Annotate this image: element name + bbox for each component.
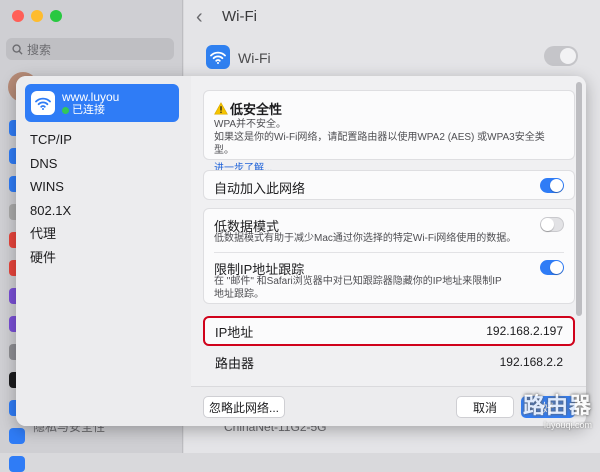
wifi-icon (206, 45, 230, 69)
network-name: www.luyou (62, 89, 120, 104)
wifi-toggle[interactable] (544, 46, 578, 66)
sheet-nav: TCP/IP DNS WINS 802.1X 代理 硬件 (30, 128, 72, 269)
limit-ip-toggle[interactable] (540, 260, 564, 275)
sidebar-item-proxy[interactable]: 代理 (30, 222, 72, 246)
auto-join-label: 自动加入此网络 (214, 181, 306, 196)
warning-icon (214, 102, 228, 115)
divider (214, 252, 564, 253)
sidebar-item-wins[interactable]: WINS (30, 175, 72, 199)
ip-address-label: IP地址 (215, 324, 254, 340)
forget-network-button[interactable]: 忽略此网络... (203, 396, 285, 418)
sidebar-item-network[interactable]: www.luyou 已连接 (25, 84, 179, 122)
security-warning-card: 低安全性 WPA并不安全。 如果这是你的Wi-Fi网络，请配置路由器以使用WPA… (203, 90, 575, 174)
sidebar-item-hardware[interactable]: 硬件 (30, 246, 72, 270)
search-placeholder: 搜索 (27, 42, 52, 57)
sidebar-item-dns[interactable]: DNS (30, 152, 72, 176)
privacy-options-card: 低数据模式 低数据模式有助于减少Mac通过你选择的特定Wi-Fi网络使用的数据。… (203, 208, 575, 304)
network-status: 已连接 (62, 104, 119, 117)
sidebar-item-8021x[interactable]: 802.1X (30, 199, 72, 223)
scrollbar[interactable] (576, 82, 582, 316)
cancel-button[interactable]: 取消 (456, 396, 514, 418)
router-label: 路由器 (215, 355, 255, 371)
security-title: 低安全性 (214, 99, 564, 118)
search-icon (12, 43, 23, 55)
back-chevron-icon[interactable]: ‹ (196, 6, 203, 29)
low-data-desc: 低数据模式有助于减少Mac通过你选择的特定Wi-Fi网络使用的数据。 (214, 233, 517, 244)
watermark: 路由器 luyouqi.com (523, 388, 592, 430)
sidebar-icon[interactable] (9, 428, 25, 444)
auto-join-card: 自动加入此网络 (203, 170, 575, 200)
security-line2: 如果这是你的Wi-Fi网络，请配置路由器以使用WPA2 (AES) 或WPA3安… (214, 132, 545, 156)
network-details-sheet: www.luyou 已连接 TCP/IP DNS WINS 802.1X 代理 … (16, 76, 586, 426)
sidebar-icon[interactable] (9, 456, 25, 472)
minimize-window-button[interactable] (31, 10, 43, 22)
router-value: 192.168.2.2 (499, 355, 563, 369)
sheet-content: 低安全性 WPA并不安全。 如果这是你的Wi-Fi网络，请配置路由器以使用WPA… (191, 76, 586, 386)
watermark-sub: luyouqi.com (543, 420, 592, 430)
sidebar-item-tcpip[interactable]: TCP/IP (30, 128, 72, 152)
sheet-sidebar: www.luyou 已连接 TCP/IP DNS WINS 802.1X 代理 … (16, 76, 191, 426)
close-window-button[interactable] (12, 10, 24, 22)
limit-ip-desc-1: 在 "邮件" 和Safari浏览器中对已知跟踪器隐藏你的IP地址来限制IP (214, 276, 502, 287)
watermark-main: 路由器 (522, 393, 592, 418)
connected-dot-icon (62, 106, 69, 114)
window-controls (12, 10, 62, 22)
zoom-window-button[interactable] (50, 10, 62, 22)
low-data-toggle[interactable] (540, 217, 564, 232)
router-row: 路由器 192.168.2.2 (203, 348, 575, 376)
ip-address-row: IP地址 192.168.2.197 (203, 316, 575, 346)
status-label: 已连接 (72, 103, 105, 116)
wifi-label: Wi-Fi (238, 50, 271, 66)
search-input[interactable]: 搜索 (6, 38, 174, 60)
security-title-text: 低安全性 (230, 102, 283, 117)
page-title: Wi-Fi (222, 8, 257, 25)
ip-address-value: 192.168.2.197 (486, 324, 563, 338)
limit-ip-desc-2: 地址跟踪。 (214, 289, 264, 300)
security-line1: WPA并不安全。 (214, 119, 287, 130)
wifi-icon (31, 91, 55, 115)
auto-join-toggle[interactable] (540, 178, 564, 193)
